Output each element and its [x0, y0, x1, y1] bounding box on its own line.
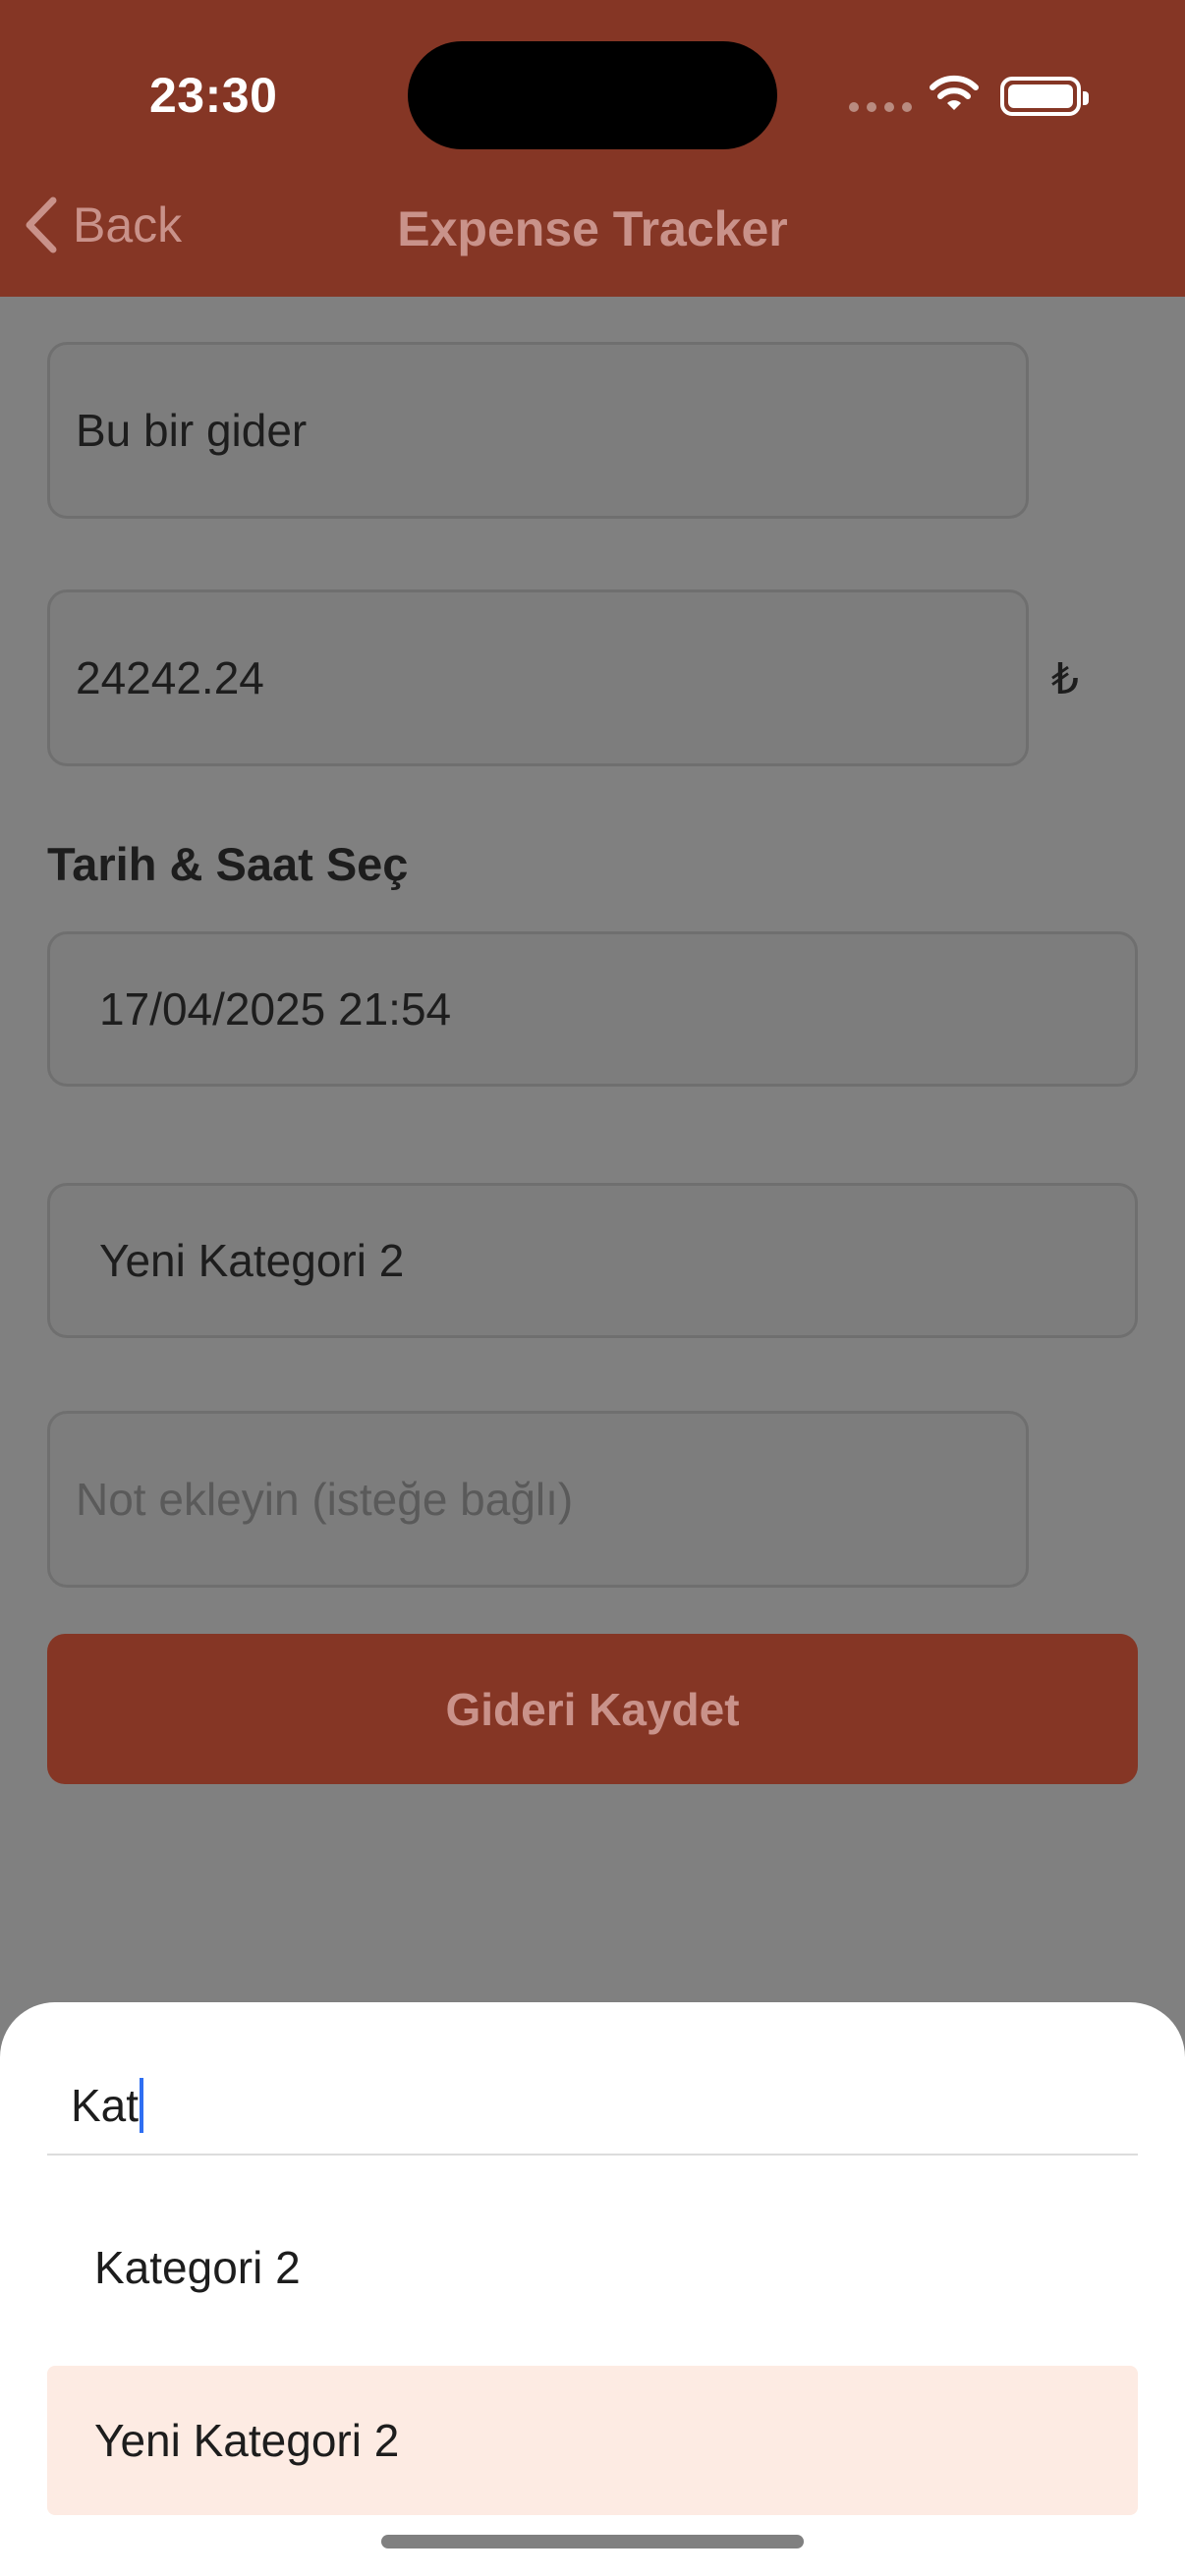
note-field[interactable]: Not ekleyin (isteğe bağlı) [47, 1411, 1029, 1588]
category-picker-sheet: Kat Kategori 2 Yeni Kategori 2 [0, 2002, 1185, 2576]
header-bar: 23:30 Back Expense Tracker [0, 0, 1185, 297]
dynamic-island [408, 41, 777, 149]
page-title: Expense Tracker [397, 201, 788, 256]
text-caret [140, 2078, 144, 2133]
amount-field[interactable]: 24242.24 [47, 589, 1029, 766]
category-value: Yeni Kategori 2 [99, 1235, 405, 1286]
category-select[interactable]: Yeni Kategori 2 [47, 1183, 1138, 1338]
status-time: 23:30 [149, 68, 278, 123]
save-expense-button[interactable]: Gideri Kaydet [47, 1634, 1138, 1784]
category-search-input[interactable]: Kat [47, 2057, 1138, 2156]
note-placeholder: Not ekleyin (isteğe bağlı) [76, 1474, 574, 1525]
datetime-value: 17/04/2025 21:54 [99, 983, 452, 1035]
home-indicator[interactable] [381, 2535, 804, 2548]
amount-value: 24242.24 [76, 652, 264, 703]
datetime-picker[interactable]: 17/04/2025 21:54 [47, 931, 1138, 1087]
category-option[interactable]: Kategori 2 [47, 2193, 1138, 2342]
datetime-label: Tarih & Saat Seç [47, 838, 409, 890]
battery-icon [1000, 77, 1089, 116]
description-field[interactable]: Bu bir gider [47, 342, 1029, 519]
description-value: Bu bir gider [76, 405, 308, 456]
search-value: Kat [71, 2080, 140, 2131]
cellular-signal-icon [849, 102, 912, 112]
category-option-selected[interactable]: Yeni Kategori 2 [47, 2366, 1138, 2515]
currency-symbol: ₺ [1051, 655, 1079, 703]
wifi-icon [930, 75, 979, 110]
